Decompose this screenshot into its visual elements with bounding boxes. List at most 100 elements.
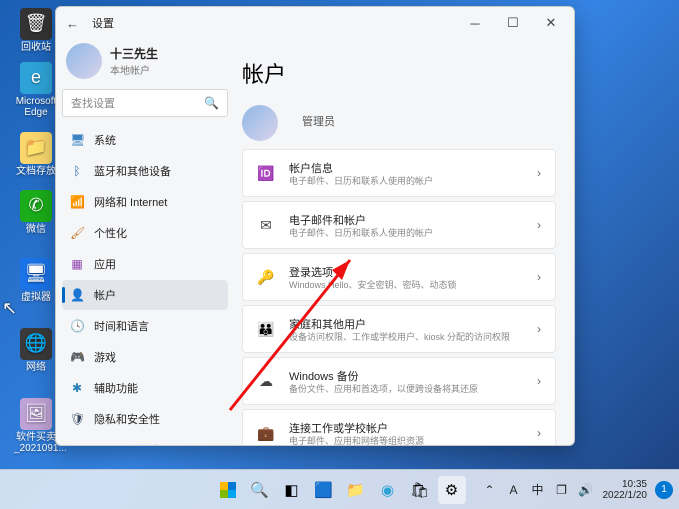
task-view[interactable]: ◧ bbox=[278, 476, 306, 504]
close-button[interactable]: ✕ bbox=[532, 9, 570, 37]
nav-item-4[interactable]: ▦ 应用 bbox=[62, 249, 228, 279]
avatar bbox=[66, 43, 102, 79]
search-placeholder: 查找设置 bbox=[71, 95, 204, 111]
tray-lang[interactable]: A bbox=[503, 476, 525, 504]
desktop-icon-network[interactable]: 🌐网络 bbox=[14, 328, 58, 373]
desktop-icon-edge[interactable]: eMicrosoft Edge bbox=[14, 62, 58, 118]
profile-block[interactable]: 十三先生 本地帐户 bbox=[62, 43, 228, 79]
nav-icon: ▦ bbox=[70, 257, 84, 271]
card-title: 连接工作或学校帐户 bbox=[289, 420, 523, 436]
nav-label: 系统 bbox=[94, 132, 116, 148]
window-content: 十三先生 本地帐户 查找设置 🔍 🖥 系统 ᛒ 蓝牙和其他设备 📶 网络和 Interne… bbox=[56, 39, 574, 445]
nav-icon: 🛡 bbox=[70, 412, 84, 426]
card-desc: 电子邮件、应用和网络等组织资源 bbox=[289, 436, 523, 445]
card-desc: 备份文件、应用和首选项，以便跨设备将其还原 bbox=[289, 384, 523, 395]
sidebar: 十三先生 本地帐户 查找设置 🔍 🖥 系统 ᛒ 蓝牙和其他设备 📶 网络和 Interne… bbox=[56, 39, 236, 445]
account-avatar bbox=[242, 105, 278, 141]
clock[interactable]: 10:352022/1/20 bbox=[599, 479, 652, 501]
back-button[interactable]: ← bbox=[66, 16, 86, 31]
card-icon: 🔑 bbox=[257, 269, 275, 286]
card-title: 电子邮件和帐户 bbox=[289, 212, 523, 228]
nav-icon: 🖥 bbox=[70, 133, 84, 147]
card-desc: 电子邮件、日历和联系人使用的帐户 bbox=[289, 228, 523, 239]
nav-icon: 🖌 bbox=[70, 226, 84, 240]
nav-label: Windows 更新 bbox=[94, 442, 164, 445]
page-title: 帐户 bbox=[242, 57, 556, 89]
desktop-icon-folder[interactable]: 📁文档存放 bbox=[14, 132, 58, 177]
edge-taskbar[interactable]: ◉ bbox=[374, 476, 402, 504]
card-icon: 👪 bbox=[257, 321, 275, 338]
nav-icon: ᛒ bbox=[70, 164, 84, 178]
nav-label: 隐私和安全性 bbox=[94, 411, 160, 427]
nav-icon: ✱ bbox=[70, 381, 84, 395]
nav-label: 时间和语言 bbox=[94, 318, 149, 334]
nav-icon: ⟳ bbox=[70, 443, 84, 445]
chevron-right-icon: › bbox=[537, 322, 541, 336]
nav-item-8[interactable]: ✱辅助功能 bbox=[62, 373, 228, 403]
nav-item-9[interactable]: 🛡 隐私和安全性 bbox=[62, 404, 228, 434]
tray-ime[interactable]: 中 bbox=[527, 476, 549, 504]
card-desc: 电子邮件、日历和联系人使用的帐户 bbox=[289, 176, 523, 187]
card-title: Windows 备份 bbox=[289, 368, 523, 384]
window-title: 设置 bbox=[92, 15, 456, 31]
settings-card-5[interactable]: 💼连接工作或学校帐户电子邮件、应用和网络等组织资源› bbox=[242, 409, 556, 445]
search-input[interactable]: 查找设置 🔍 bbox=[62, 89, 228, 117]
card-title: 帐户信息 bbox=[289, 160, 523, 176]
profile-name: 十三先生 bbox=[110, 45, 158, 62]
card-icon: 💼 bbox=[257, 425, 275, 442]
card-desc: Windows Hello、安全密钥、密码、动态锁 bbox=[289, 280, 523, 291]
nav-label: 网络和 Internet bbox=[94, 194, 167, 210]
store[interactable]: 🛍 bbox=[406, 476, 434, 504]
nav-item-0[interactable]: 🖥 系统 bbox=[62, 125, 228, 155]
settings-card-4[interactable]: ☁ Windows 备份备份文件、应用和首选项，以便跨设备将其还原 › bbox=[242, 357, 556, 405]
nav-label: 应用 bbox=[94, 256, 116, 272]
taskbar-search[interactable]: 🔍 bbox=[246, 476, 274, 504]
desktop-icon-recycle[interactable]: 🗑回收站 bbox=[14, 8, 58, 53]
taskbar: 🔍 ◧ 🟦 📁 ◉ 🛍 ⚙ ⌃ A 中 ❐ 🔊 10:352022/1/20 1 bbox=[0, 469, 679, 509]
nav-item-6[interactable]: 🕓 时间和语言 bbox=[62, 311, 228, 341]
settings-card-3[interactable]: 👪 家庭和其他用户设备访问权限、工作或学校用户、kiosk 分配的访问权限 › bbox=[242, 305, 556, 353]
desktop-icon-image[interactable]: 🖼软件买卖_2021091... bbox=[14, 398, 58, 454]
cursor-icon: ↖ bbox=[2, 298, 17, 319]
chevron-right-icon: › bbox=[537, 166, 541, 180]
settings-card-1[interactable]: ✉电子邮件和帐户电子邮件、日历和联系人使用的帐户› bbox=[242, 201, 556, 249]
search-icon: 🔍 bbox=[204, 96, 219, 110]
nav-icon: 🎮 bbox=[70, 350, 84, 364]
maximize-button[interactable]: ☐ bbox=[494, 9, 532, 37]
desktop-icon-wechat[interactable]: ✆微信 bbox=[14, 190, 58, 235]
tray-overflow[interactable]: ⌃ bbox=[479, 476, 501, 504]
nav-item-5[interactable]: 👤帐户 bbox=[62, 280, 228, 310]
nav-item-3[interactable]: 🖌 个性化 bbox=[62, 218, 228, 248]
settings-card-2[interactable]: 🔑登录选项Windows Hello、安全密钥、密码、动态锁› bbox=[242, 253, 556, 301]
desktop-icon-vm[interactable]: 🖥虚拟器 bbox=[14, 258, 58, 303]
chevron-right-icon: › bbox=[537, 218, 541, 232]
widgets[interactable]: 🟦 bbox=[310, 476, 338, 504]
nav-item-7[interactable]: 🎮 游戏 bbox=[62, 342, 228, 372]
nav-icon: 🕓 bbox=[70, 319, 84, 333]
start-button[interactable] bbox=[214, 476, 242, 504]
nav-label: 个性化 bbox=[94, 225, 127, 241]
chevron-right-icon: › bbox=[537, 374, 541, 388]
nav-icon: 📶 bbox=[70, 195, 84, 209]
settings-card-0[interactable]: 🆔帐户信息电子邮件、日历和联系人使用的帐户› bbox=[242, 149, 556, 197]
card-title: 家庭和其他用户 bbox=[289, 316, 523, 332]
nav-item-1[interactable]: ᛒ 蓝牙和其他设备 bbox=[62, 156, 228, 186]
account-role: 管理员 bbox=[302, 113, 335, 129]
nav-item-10[interactable]: ⟳ Windows 更新 bbox=[62, 435, 228, 445]
tray-keyboard[interactable]: ❐ bbox=[551, 476, 573, 504]
nav-icon: 👤 bbox=[70, 288, 84, 302]
card-desc: 设备访问权限、工作或学校用户、kiosk 分配的访问权限 bbox=[289, 332, 523, 343]
nav-label: 蓝牙和其他设备 bbox=[94, 163, 171, 179]
nav-item-2[interactable]: 📶 网络和 Internet bbox=[62, 187, 228, 217]
nav-label: 游戏 bbox=[94, 349, 116, 365]
card-title: 登录选项 bbox=[289, 264, 523, 280]
account-header: 管理员 bbox=[242, 99, 556, 131]
minimize-button[interactable]: ─ bbox=[456, 9, 494, 37]
card-icon: ☁ bbox=[257, 373, 275, 390]
file-explorer[interactable]: 📁 bbox=[342, 476, 370, 504]
taskbar-center: 🔍 ◧ 🟦 📁 ◉ 🛍 ⚙ bbox=[214, 476, 466, 504]
system-tray: ⌃ A 中 ❐ 🔊 10:352022/1/20 1 bbox=[479, 476, 674, 504]
tray-volume[interactable]: 🔊 bbox=[575, 476, 597, 504]
notification-badge[interactable]: 1 bbox=[655, 481, 673, 499]
settings-taskbar[interactable]: ⚙ bbox=[438, 476, 466, 504]
